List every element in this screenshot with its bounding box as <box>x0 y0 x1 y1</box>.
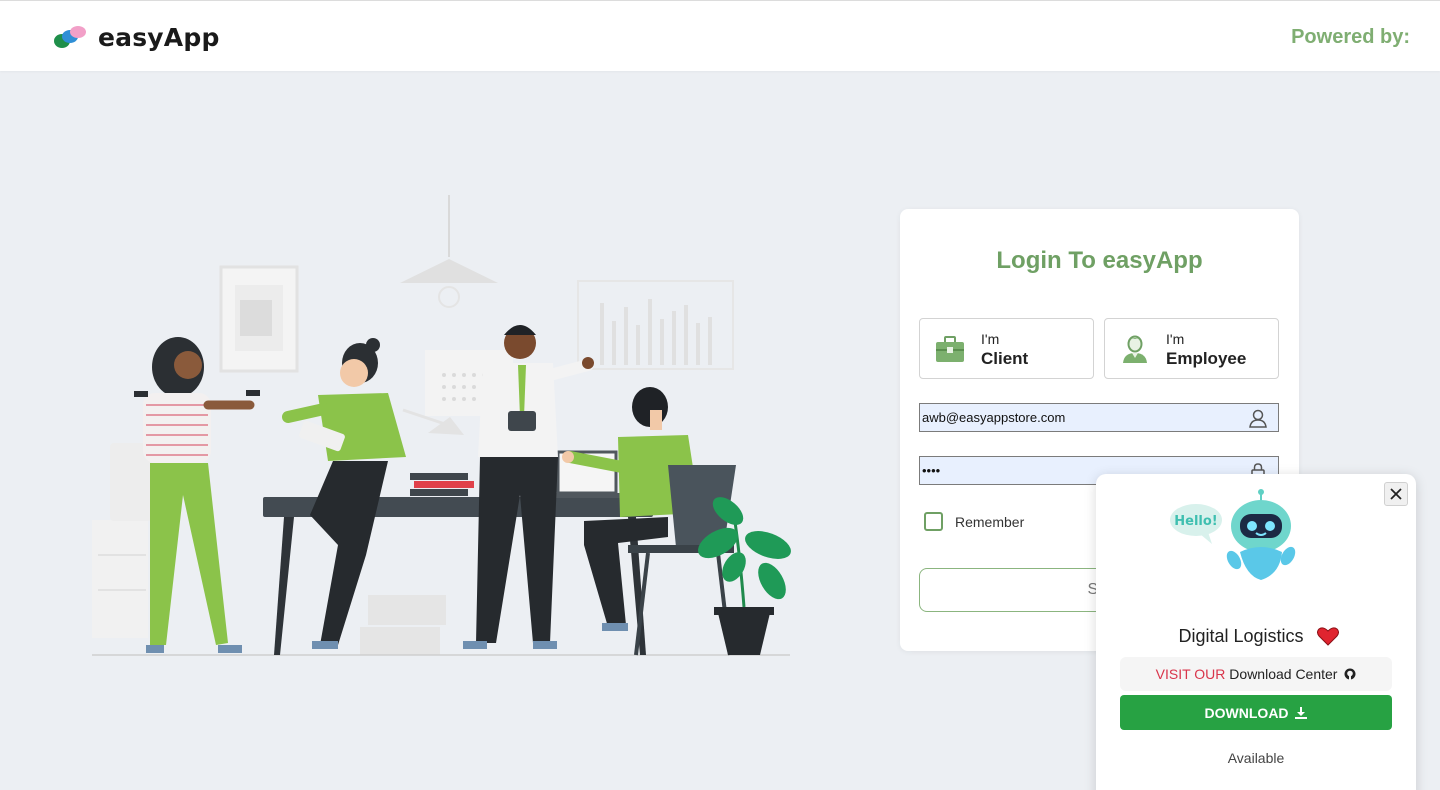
employee-role-prefix: I'm <box>1166 331 1185 347</box>
top-header: easyApp Powered by: <box>0 0 1440 71</box>
email-field-wrapper <box>919 403 1279 432</box>
login-title: Login To easyApp <box>996 247 1203 274</box>
close-button[interactable] <box>1384 482 1408 506</box>
logo-text: easyApp <box>98 23 220 52</box>
remember-checkbox[interactable] <box>924 512 943 531</box>
briefcase-icon <box>936 336 964 362</box>
team-office-illustration <box>92 195 791 656</box>
remember-row: Remember <box>924 512 1024 531</box>
user-avatar-icon <box>1123 335 1147 363</box>
download-popup: Hello! Digital Logistics VISIT OUR Downl… <box>1096 474 1416 790</box>
available-label: Available <box>1227 750 1285 766</box>
popup-heading: Digital Logistics <box>1178 626 1304 646</box>
client-role-prefix: I'm <box>981 331 1000 347</box>
visit-our-label: VISIT OUR <box>1155 666 1226 682</box>
github-icon <box>1344 668 1356 680</box>
download-label: DOWNLOAD <box>1204 704 1289 721</box>
app-logo[interactable]: easyApp <box>52 23 220 52</box>
download-center-link[interactable]: VISIT OUR Download Center <box>1120 657 1392 691</box>
hello-bubble-text: Hello! <box>1174 514 1217 529</box>
robot-icon: Hello! <box>1170 489 1296 580</box>
logo-mark-icon <box>52 24 90 52</box>
client-role-label: Client <box>981 349 1029 368</box>
remember-label: Remember <box>955 513 1025 530</box>
user-icon <box>1249 409 1267 428</box>
employee-role-label: Employee <box>1166 349 1247 368</box>
employee-role-button[interactable]: I'm Employee <box>1104 318 1279 379</box>
download-center-label: Download Center <box>1229 666 1338 682</box>
download-button[interactable]: DOWNLOAD <box>1120 695 1392 730</box>
powered-by-label: Powered by: <box>1291 26 1410 48</box>
heart-icon <box>1317 627 1339 646</box>
download-icon <box>1295 706 1308 719</box>
client-role-button[interactable]: I'm Client <box>919 318 1094 379</box>
email-input[interactable] <box>920 404 1240 431</box>
close-icon <box>1390 488 1402 500</box>
